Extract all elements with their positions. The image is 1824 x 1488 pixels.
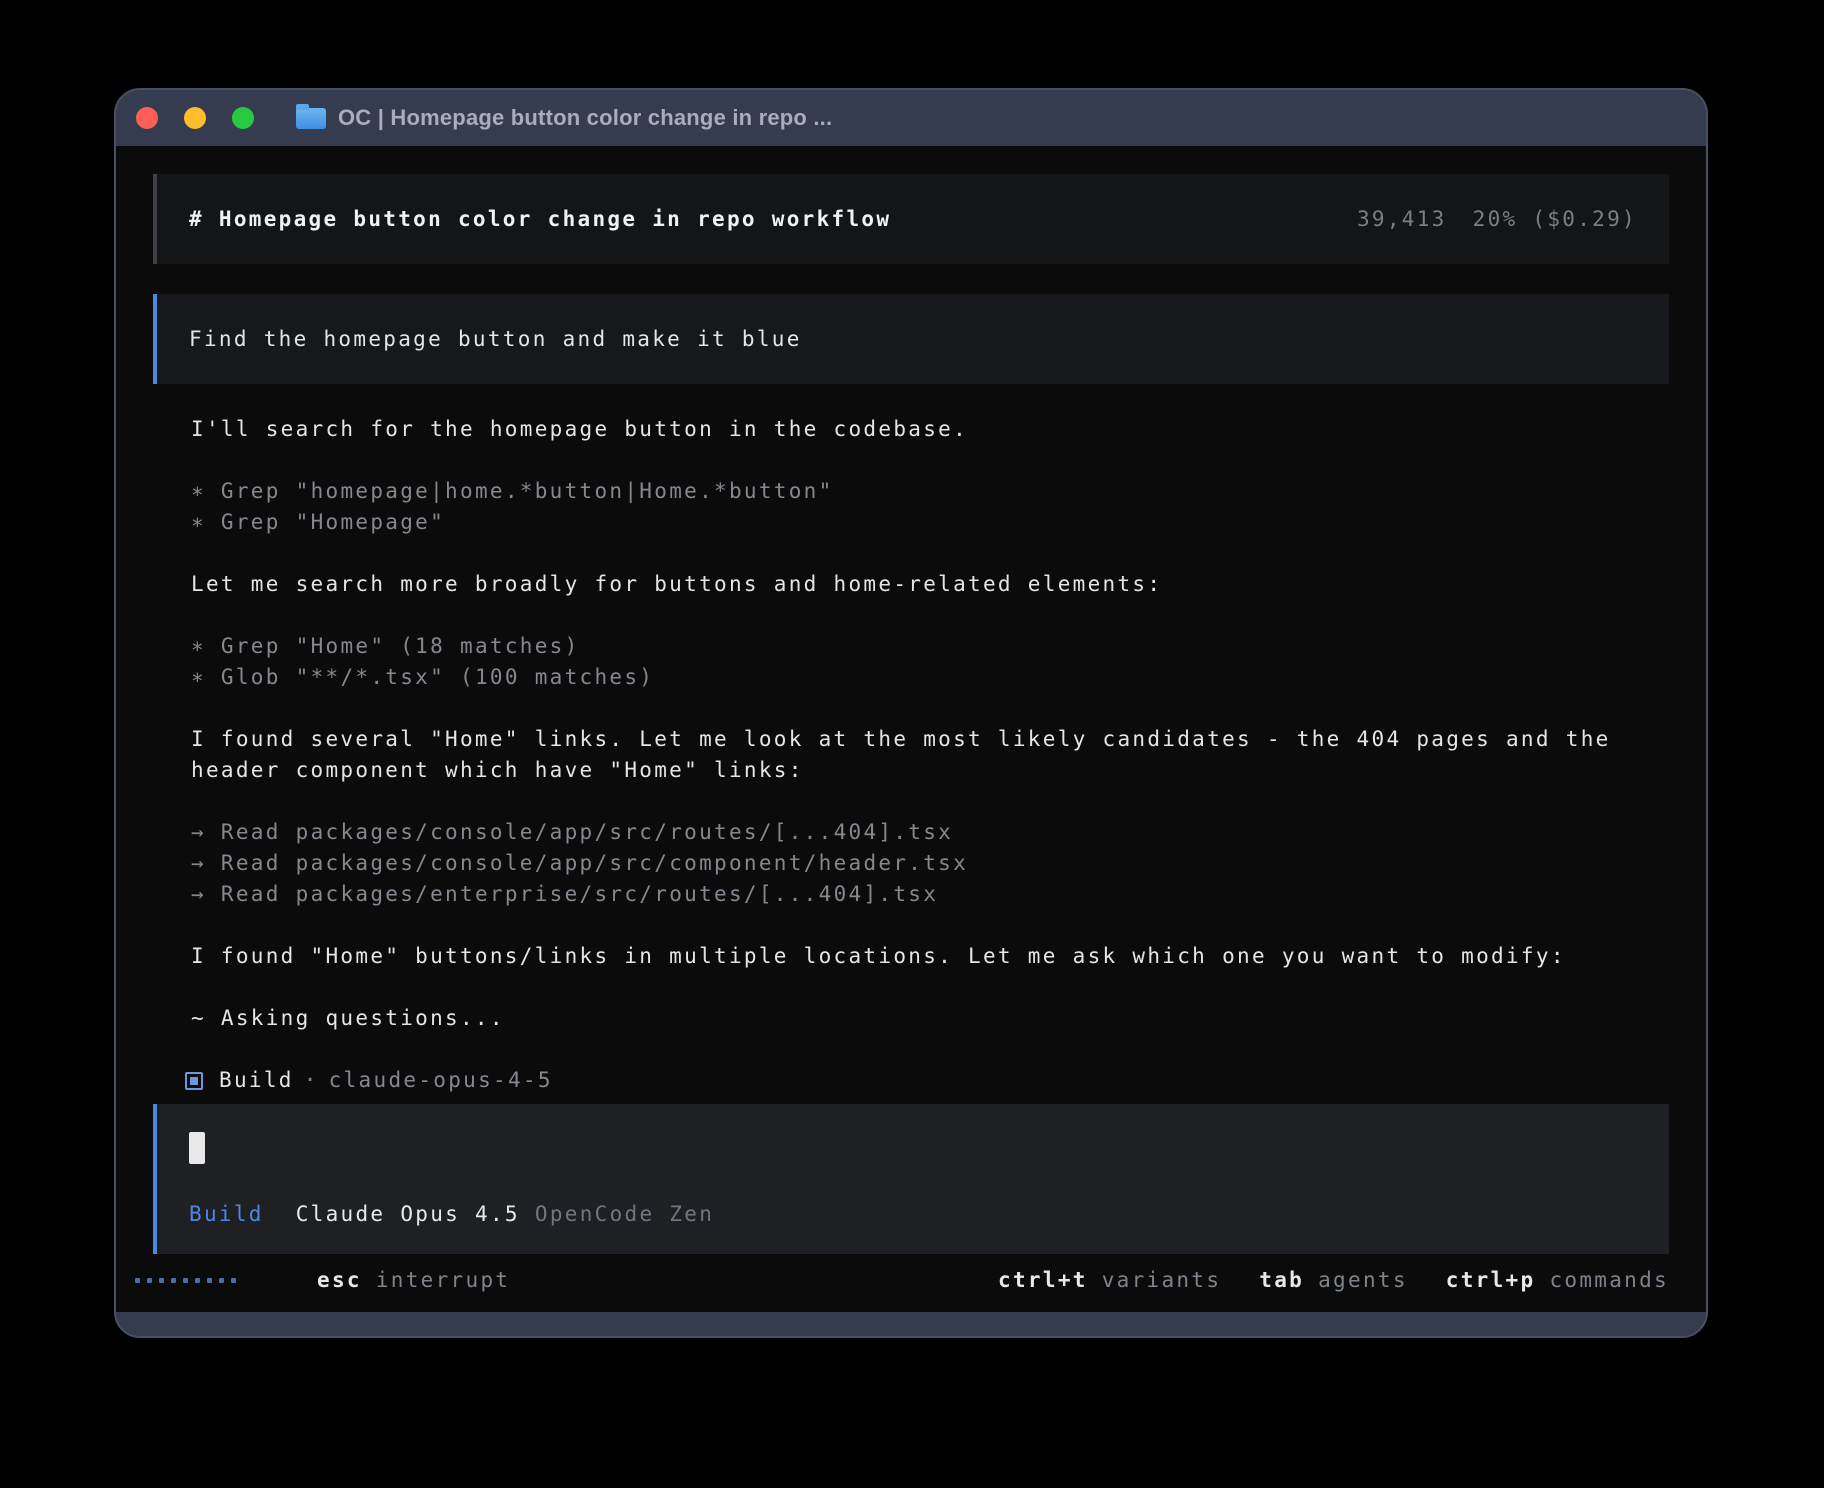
tool-call-group: ∗ Grep "Home" (18 matches) ∗ Glob "**/*.…: [191, 631, 1669, 693]
window-title: OC | Homepage button color change in rep…: [338, 105, 832, 131]
agent-status-line: Build · claude-opus-4-5: [191, 1065, 1669, 1096]
tool-call-grep: ∗ Grep "Home" (18 matches): [191, 631, 1669, 662]
tool-call-glob: ∗ Glob "**/*.tsx" (100 matches): [191, 662, 1669, 693]
tool-call-read: → Read packages/console/app/src/componen…: [191, 848, 1669, 879]
arrow-right-icon: →: [191, 882, 206, 906]
assistant-paragraph: I found "Home" buttons/links in multiple…: [191, 941, 1669, 972]
window-bottom-frame: [116, 1312, 1706, 1336]
zoom-button[interactable]: [232, 107, 254, 129]
arrow-right-icon: →: [191, 820, 206, 844]
tool-call-group: → Read packages/console/app/src/routes/[…: [191, 817, 1669, 910]
input-provider-name: OpenCode Zen: [535, 1202, 714, 1226]
agents-shortcut: tabagents: [1259, 1265, 1408, 1296]
spinner-dots-icon: [135, 1278, 243, 1283]
session-title: # Homepage button color change in repo w…: [189, 201, 891, 237]
agent-square-icon: [185, 1072, 203, 1090]
commands-shortcut: ctrl+pcommands: [1446, 1265, 1669, 1296]
assistant-response: I'll search for the homepage button in t…: [153, 384, 1669, 1096]
tool-bullet-icon: ∗: [191, 634, 206, 658]
variants-shortcut: ctrl+tvariants: [998, 1265, 1221, 1296]
tool-bullet-icon: ∗: [191, 479, 206, 503]
input-agent-name: Build: [189, 1202, 264, 1226]
tool-call-grep: ∗ Grep "homepage|home.*button|Home.*butt…: [191, 476, 1669, 507]
tool-call-grep: ∗ Grep "Homepage": [191, 507, 1669, 538]
arrow-right-icon: →: [191, 851, 206, 875]
esc-key-hint: esc: [317, 1265, 362, 1296]
tool-call-read: → Read packages/console/app/src/routes/[…: [191, 817, 1669, 848]
status-footer: esc interrupt ctrl+tvariants tabagents c…: [153, 1265, 1669, 1296]
folder-icon: [296, 108, 326, 129]
assistant-paragraph: I'll search for the homepage button in t…: [191, 414, 1669, 445]
tool-call-group: ∗ Grep "homepage|home.*button|Home.*butt…: [191, 476, 1669, 538]
prompt-input[interactable]: Build Claude Opus 4.5 OpenCode Zen: [153, 1104, 1669, 1254]
footer-shortcuts: ctrl+tvariants tabagents ctrl+pcommands: [960, 1265, 1669, 1296]
session-stats: 39,413 20% ($0.29): [1357, 201, 1637, 237]
tool-bullet-icon: ∗: [191, 510, 206, 534]
model-name: claude-opus-4-5: [329, 1065, 553, 1096]
tool-call-read: → Read packages/enterprise/src/routes/[.…: [191, 879, 1669, 910]
assistant-paragraph: I found several "Home" links. Let me loo…: [191, 724, 1669, 786]
token-count: 39,413: [1357, 207, 1447, 231]
separator-dot: ·: [304, 1065, 319, 1096]
asking-questions-status: ~ Asking questions...: [191, 1003, 1669, 1034]
close-button[interactable]: [136, 107, 158, 129]
user-message-text: Find the homepage button and make it blu…: [189, 327, 802, 351]
titlebar[interactable]: OC | Homepage button color change in rep…: [116, 90, 1706, 146]
terminal-content: # Homepage button color change in repo w…: [116, 146, 1706, 1312]
terminal-window: OC | Homepage button color change in rep…: [114, 88, 1708, 1338]
assistant-paragraph: Let me search more broadly for buttons a…: [191, 569, 1669, 600]
tool-bullet-icon: ∗: [191, 665, 206, 689]
agent-name: Build: [219, 1065, 294, 1096]
context-usage: 20% ($0.29): [1473, 207, 1637, 231]
esc-key-action: interrupt: [376, 1265, 511, 1296]
input-status-bar: Build Claude Opus 4.5 OpenCode Zen: [189, 1199, 1637, 1230]
text-cursor[interactable]: [189, 1132, 205, 1164]
user-message: Find the homepage button and make it blu…: [153, 294, 1669, 384]
session-header: # Homepage button color change in repo w…: [153, 174, 1669, 264]
input-model-name: Claude Opus 4.5: [296, 1202, 520, 1226]
minimize-button[interactable]: [184, 107, 206, 129]
